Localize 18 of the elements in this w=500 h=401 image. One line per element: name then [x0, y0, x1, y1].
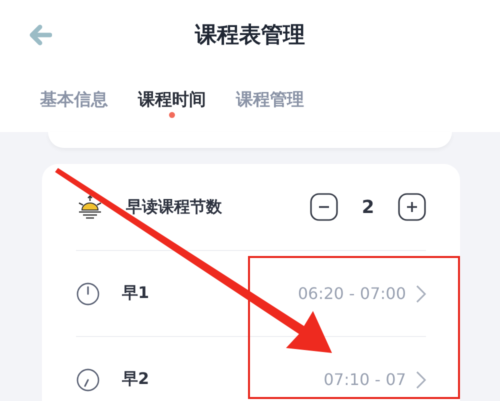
time-range[interactable]: 06:20 - 07:00 — [298, 284, 406, 303]
plus-button[interactable] — [398, 193, 426, 221]
clock-icon — [76, 282, 100, 306]
tab[interactable]: 课程时间 — [138, 70, 206, 118]
chevron-icon[interactable] — [416, 370, 426, 388]
row-label: 早读课程节数 — [126, 196, 223, 218]
minus-button[interactable] — [310, 193, 338, 221]
tab[interactable]: 课程管理 — [236, 70, 304, 118]
page-title: 课程表管理 — [195, 22, 305, 50]
tab[interactable]: 基本信息 — [40, 70, 108, 118]
period-label: 早1 — [122, 283, 150, 304]
clock-icon — [76, 368, 100, 392]
sunrise-icon — [76, 195, 104, 219]
back-icon[interactable] — [28, 24, 52, 46]
period-label: 早2 — [122, 369, 150, 390]
time-range[interactable]: 07:10 - 07 — [324, 370, 406, 389]
chevron-icon[interactable] — [416, 284, 426, 302]
count-value: 2 — [360, 196, 376, 218]
